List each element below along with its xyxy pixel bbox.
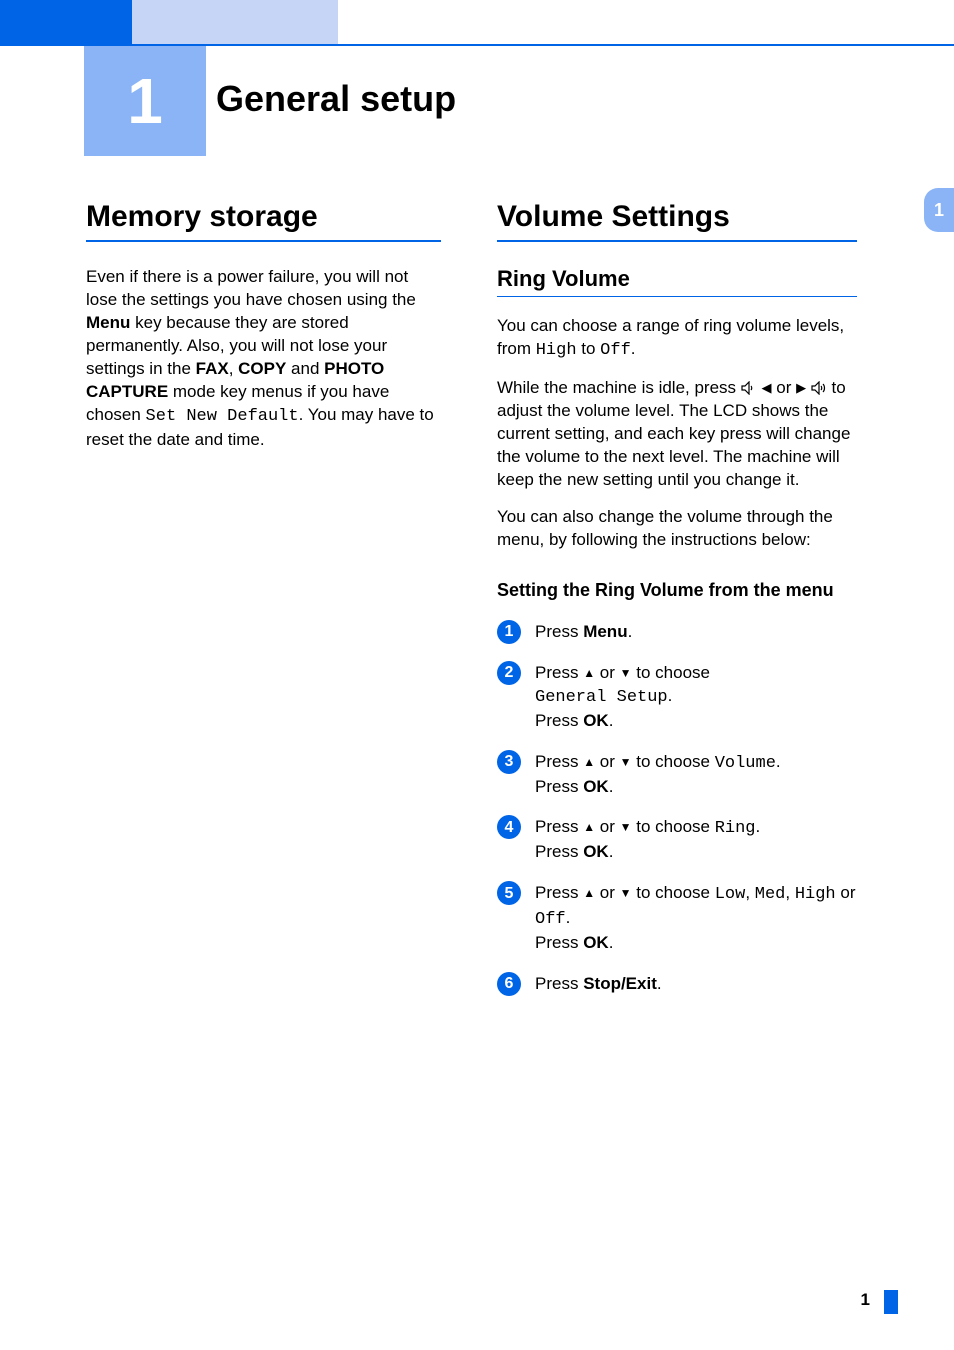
section-memory-storage: Memory storage [86,200,441,242]
step-4: 4 Press ▲ or ▼ to choose Ring. Press OK. [497,816,857,864]
subsection-ring-volume: Ring Volume [497,266,857,297]
thumb-mark [884,1290,898,1314]
step-number-badge: 3 [497,750,521,774]
step-number-badge: 2 [497,661,521,685]
step-1: 1 Press Menu. [497,621,857,644]
up-arrow-icon: ▲ [583,754,595,770]
down-arrow-icon: ▼ [620,665,632,681]
memory-storage-body: Even if there is a power failure, you wi… [86,266,441,452]
ring-volume-p2: While the machine is idle, press ◀ or ▶ … [497,377,857,492]
up-arrow-icon: ▲ [583,819,595,835]
step-number-badge: 4 [497,815,521,839]
ring-volume-p1: You can choose a range of ring volume le… [497,315,857,363]
page-number: 1 [861,1290,870,1310]
header-band [0,0,954,44]
subsub-setting-ring-volume: Setting the Ring Volume from the menu [497,579,857,602]
chapter-number: 1 [127,64,163,138]
chapter-number-box: 1 [84,46,206,156]
down-arrow-icon: ▼ [620,885,632,901]
step-3: 3 Press ▲ or ▼ to choose Volume. Press O… [497,751,857,799]
right-arrow-icon: ▶ [796,379,806,397]
chapter-title: General setup [216,78,456,120]
side-tab: 1 [924,188,954,232]
up-arrow-icon: ▲ [583,665,595,681]
section-volume-settings: Volume Settings [497,200,857,242]
up-arrow-icon: ▲ [583,885,595,901]
left-column: Memory storage Even if there is a power … [86,200,441,466]
speaker-low-icon [741,381,757,395]
speaker-high-icon [811,381,827,395]
step-6: 6 Press Stop/Exit. [497,973,857,996]
header-light-block [132,0,338,44]
steps-list: 1 Press Menu. 2 Press ▲ or ▼ to choose G… [497,621,857,996]
step-number-badge: 5 [497,881,521,905]
ring-volume-p3: You can also change the volume through t… [497,506,857,552]
right-column: Volume Settings Ring Volume You can choo… [497,200,857,1014]
left-arrow-icon: ◀ [762,379,772,397]
down-arrow-icon: ▼ [620,819,632,835]
down-arrow-icon: ▼ [620,754,632,770]
side-tab-number: 1 [934,200,944,221]
step-2: 2 Press ▲ or ▼ to choose General Setup. … [497,662,857,733]
header-blue-block [0,0,132,44]
step-5: 5 Press ▲ or ▼ to choose Low, Med, High … [497,882,857,955]
step-number-badge: 1 [497,620,521,644]
step-number-badge: 6 [497,972,521,996]
